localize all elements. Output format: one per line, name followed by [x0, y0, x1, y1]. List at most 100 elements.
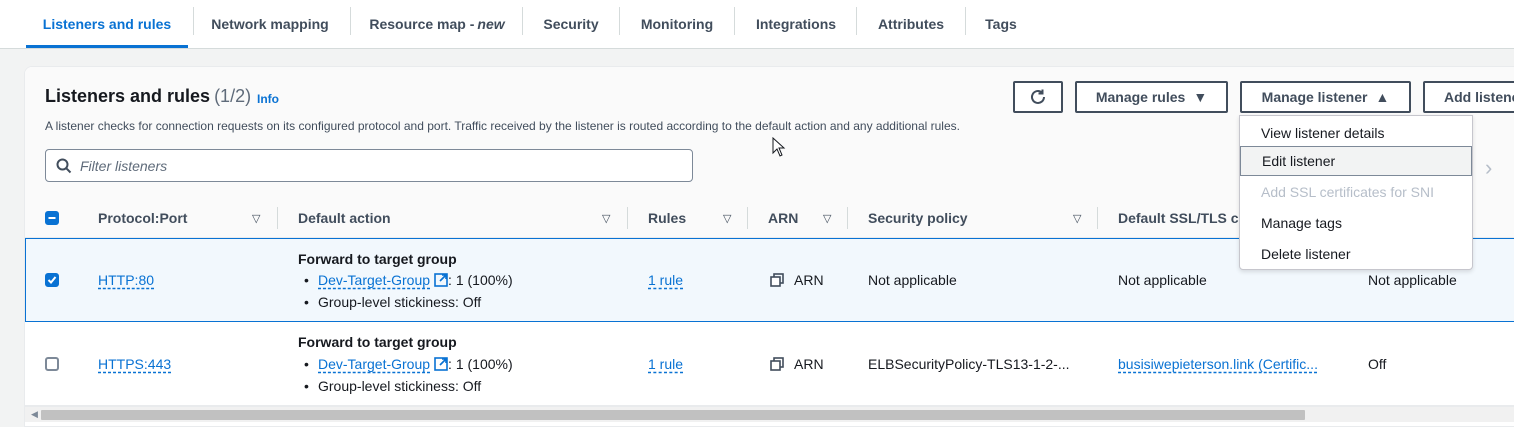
listener-protocol-port-link[interactable]: HTTP:80: [98, 272, 154, 288]
sort-icon[interactable]: ▽: [823, 212, 831, 225]
target-weight: : 1 (100%): [448, 356, 513, 372]
mouse-cursor-icon: [772, 137, 786, 157]
menu-item-edit-listener[interactable]: Edit listener: [1240, 146, 1472, 176]
arn-copy[interactable]: ARN: [770, 272, 824, 288]
default-ssl-value: Not applicable: [1118, 272, 1207, 288]
panel-description: A listener checks for connection request…: [45, 119, 960, 133]
tab-monitoring[interactable]: Monitoring: [622, 0, 732, 48]
tab-divider: [522, 7, 523, 35]
column-security-policy[interactable]: Security policy: [868, 210, 968, 226]
rules-link[interactable]: 1 rule: [648, 272, 683, 288]
select-all-checkbox[interactable]: [45, 211, 59, 225]
tab-security[interactable]: Security: [526, 0, 616, 48]
security-policy-value: ELBSecurityPolicy-TLS13-1-2-...: [868, 356, 1070, 372]
tab-attributes[interactable]: Attributes: [860, 0, 962, 48]
info-link[interactable]: Info: [257, 92, 279, 106]
caret-down-icon: ▼: [1193, 89, 1208, 105]
tab-divider: [734, 7, 735, 35]
refresh-button[interactable]: [1013, 81, 1063, 113]
default-ssl-link[interactable]: busisiwepieterson.link (Certific...: [1118, 356, 1318, 372]
external-link-icon[interactable]: [434, 273, 448, 287]
manage-listener-button[interactable]: Manage listener ▲: [1240, 81, 1411, 113]
tab-label: Security: [543, 16, 599, 32]
sort-icon[interactable]: ▽: [1073, 212, 1081, 225]
tab-label: Resource map -: [369, 16, 475, 32]
arn-label: ARN: [794, 272, 824, 288]
sort-icon[interactable]: ▽: [602, 212, 610, 225]
default-action-title: Forward to target group: [298, 251, 457, 267]
stickiness-line: Group-level stickiness: Off: [304, 378, 481, 394]
target-group-line: Dev-Target-Group : 1 (100%): [304, 272, 513, 288]
menu-item-manage-tags[interactable]: Manage tags: [1240, 209, 1472, 237]
column-default-action[interactable]: Default action: [298, 210, 391, 226]
target-weight: : 1 (100%): [448, 272, 513, 288]
column-divider[interactable]: [627, 207, 628, 229]
filter-listeners-input[interactable]: [80, 157, 640, 174]
selection-count: (1/2): [214, 86, 252, 106]
stickiness-line: Group-level stickiness: Off: [304, 294, 481, 310]
column-divider[interactable]: [277, 207, 278, 229]
listeners-panel: Listeners and rules (1/2) Info A listener…: [24, 66, 1514, 427]
copy-icon[interactable]: [770, 357, 784, 371]
active-tab-indicator: [26, 45, 188, 48]
sort-icon[interactable]: ▽: [252, 212, 260, 225]
filter-listeners-field[interactable]: [45, 149, 693, 182]
tab-divider: [619, 7, 620, 35]
tab-listeners-and-rules[interactable]: Listeners and rules: [26, 0, 188, 48]
caret-up-icon: ▲: [1375, 89, 1390, 105]
add-listener-button[interactable]: Add listene: [1423, 81, 1514, 113]
target-group-link[interactable]: Dev-Target-Group: [318, 272, 430, 288]
column-divider[interactable]: [1097, 207, 1098, 229]
tab-tags[interactable]: Tags: [968, 0, 1034, 48]
extra-column-value: Not applicable: [1368, 272, 1457, 288]
tab-new-badge: new: [477, 16, 505, 32]
external-link-icon[interactable]: [434, 357, 448, 371]
add-listener-label: Add listene: [1444, 89, 1514, 105]
column-divider[interactable]: [747, 207, 748, 229]
tab-divider: [193, 7, 194, 35]
arn-copy[interactable]: ARN: [770, 356, 824, 372]
manage-rules-label: Manage rules: [1095, 89, 1186, 105]
menu-item-delete-listener[interactable]: Delete listener: [1240, 240, 1472, 268]
tab-divider: [350, 7, 351, 35]
tab-label: Integrations: [755, 16, 837, 32]
menu-item-view-listener-details[interactable]: View listener details: [1240, 119, 1472, 147]
tab-label: Attributes: [877, 16, 945, 32]
search-icon: [56, 158, 72, 173]
tab-network-mapping[interactable]: Network mapping: [196, 0, 344, 48]
row-checkbox[interactable]: [45, 273, 59, 287]
column-divider[interactable]: [847, 207, 848, 229]
column-default-ssl[interactable]: Default SSL/TLS c: [1118, 210, 1239, 226]
scroll-left-arrow-icon[interactable]: ◀: [31, 409, 38, 420]
table-row[interactable]: HTTPS:443 Forward to target group Dev-Ta…: [25, 322, 1514, 406]
scrollbar-thumb[interactable]: [41, 410, 1305, 420]
copy-icon[interactable]: [770, 273, 784, 287]
tab-bar: Listeners and rules Network mapping Reso…: [0, 0, 1514, 49]
listener-protocol-port-link[interactable]: HTTPS:443: [98, 356, 171, 372]
tab-divider: [856, 7, 857, 35]
target-group-link[interactable]: Dev-Target-Group: [318, 356, 430, 372]
tab-label: Monitoring: [640, 16, 714, 32]
extra-column-value: Off: [1368, 356, 1387, 372]
sort-icon[interactable]: ▽: [723, 212, 731, 225]
arn-label: ARN: [794, 356, 824, 372]
tab-integrations[interactable]: Integrations: [738, 0, 854, 48]
tab-resource-map[interactable]: Resource map - new: [354, 0, 520, 48]
tab-divider: [965, 7, 966, 35]
refresh-icon: [1031, 89, 1045, 104]
column-rules[interactable]: Rules: [648, 210, 686, 226]
manage-rules-button[interactable]: Manage rules ▼: [1075, 81, 1228, 113]
row-checkbox[interactable]: [45, 357, 59, 371]
panel-title: Listeners and rules (1/2): [45, 86, 251, 107]
column-arn[interactable]: ARN: [768, 210, 798, 226]
chevron-right-icon[interactable]: ›: [1485, 155, 1492, 181]
minus-icon: [48, 217, 56, 219]
tab-label: Tags: [985, 16, 1017, 32]
column-protocol-port[interactable]: Protocol:Port: [98, 210, 187, 226]
horizontal-scrollbar[interactable]: ◀: [25, 406, 1514, 422]
tab-label: Network mapping: [211, 16, 329, 32]
default-action-title: Forward to target group: [298, 334, 457, 350]
tab-label: Listeners and rules: [42, 16, 172, 32]
rules-link[interactable]: 1 rule: [648, 356, 683, 372]
target-group-line: Dev-Target-Group : 1 (100%): [304, 356, 513, 372]
